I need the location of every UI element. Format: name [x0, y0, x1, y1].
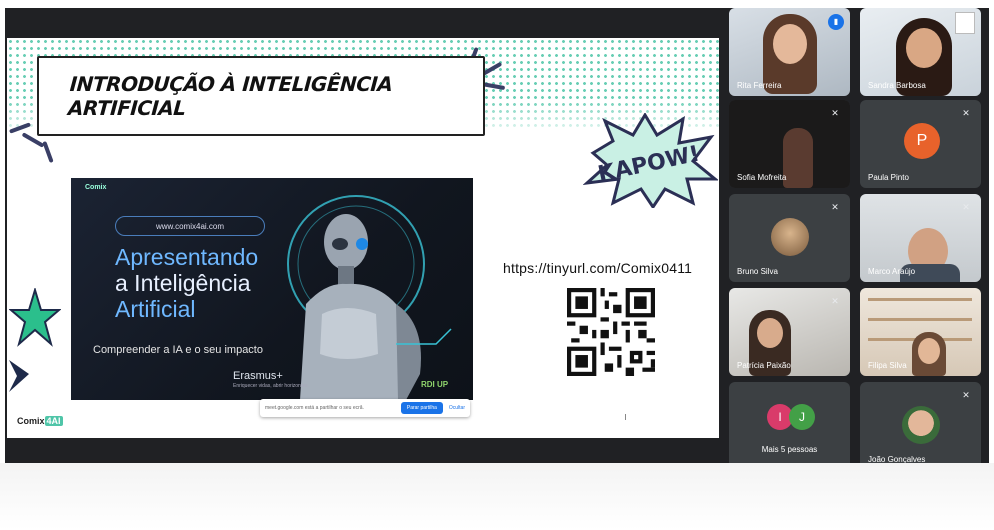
participant-name: Rita Ferreira	[737, 81, 782, 90]
shelf	[868, 318, 972, 321]
kapow-burst-icon: KAPOW!	[583, 113, 718, 208]
comix-logo-badge: 4AI	[44, 416, 63, 426]
inner-heading: Apresentando a Inteligência Artificial	[115, 244, 315, 322]
avatar: J	[789, 404, 815, 430]
participant-tile[interactable]: ✕ Sofia Mofreita	[729, 100, 850, 188]
mic-off-icon: ✕	[962, 390, 970, 400]
dark-star-decoration-icon	[9, 360, 29, 392]
bottom-area	[0, 463, 994, 530]
inner-site-url: www.comix4ai.com	[115, 216, 265, 236]
stop-sharing-button[interactable]: Parar partilha	[400, 402, 443, 414]
inner-heading-line1: Apresentando	[115, 244, 259, 270]
mic-off-icon: ✕	[962, 202, 970, 212]
mic-off-icon: ✕	[962, 108, 970, 118]
participant-name: Sandra Barbosa	[868, 81, 926, 90]
erasmus-logo: Erasmus+	[233, 370, 283, 382]
participant-name: Paula Pinto	[868, 173, 909, 182]
participant-tile[interactable]: P ✕ Paula Pinto	[860, 100, 981, 188]
mouse-cursor-icon	[625, 414, 629, 420]
inner-comix-logo: Comix	[85, 184, 107, 191]
participant-tile[interactable]: Filipa Silva	[860, 288, 981, 376]
participant-tile[interactable]: ✕ Marco Araújo	[860, 194, 981, 282]
participant-tile[interactable]: ✕ Bruno Silva	[729, 194, 850, 282]
comix-logo-text: Comix	[17, 416, 45, 426]
share-message: meet.google.com está a partilhar o seu e…	[265, 405, 364, 411]
inner-heading-line2: a Inteligência	[115, 270, 251, 296]
avatar	[902, 406, 940, 444]
shared-screen-slide: INTRODUÇÃO À INTELIGÊNCIA ARTIFICIAL KAP…	[7, 38, 719, 438]
screen: INTRODUÇÃO À INTELIGÊNCIA ARTIFICIAL KAP…	[0, 0, 994, 530]
more-participants-tile[interactable]: I J Mais 5 pessoas	[729, 382, 850, 470]
more-participants-label: Mais 5 pessoas	[761, 445, 818, 454]
star-decoration-icon	[9, 288, 61, 347]
qr-code-icon	[567, 288, 655, 376]
participant-tile[interactable]: ✕ João Gonçalves	[860, 382, 981, 470]
person-face	[757, 318, 783, 348]
slide-title: INTRODUÇÃO À INTELIGÊNCIA ARTIFICIAL	[67, 72, 394, 120]
participant-tile[interactable]: ✕ Patrícia Paixão	[729, 288, 850, 376]
participant-name: Bruno Silva	[737, 267, 778, 276]
inner-subtitle: Compreender a IA e o seu impacto	[93, 344, 263, 356]
participant-tile[interactable]: ▮ Rita Ferreira	[729, 8, 850, 96]
participant-name: Filipa Silva	[868, 361, 907, 370]
inner-heading-line3: Artificial	[115, 296, 196, 322]
participant-name: Sofia Mofreita	[737, 173, 787, 182]
avatar	[771, 218, 809, 256]
top-bar	[0, 0, 994, 8]
person-face	[906, 28, 942, 68]
wall-sheet	[955, 12, 975, 34]
participant-name: Marco Araújo	[868, 267, 916, 276]
slide-title-banner: INTRODUÇÃO À INTELIGÊNCIA ARTIFICIAL	[37, 56, 485, 136]
mic-off-icon: ✕	[831, 202, 839, 212]
robot-illustration	[287, 195, 452, 400]
tinyurl-link: https://tinyurl.com/Comix0411	[503, 260, 693, 276]
rdi-up-logo: RDI UP	[421, 380, 449, 389]
meet-window: INTRODUÇÃO À INTELIGÊNCIA ARTIFICIAL KAP…	[5, 8, 989, 470]
decor-stroke	[42, 140, 54, 164]
avatar: P	[904, 123, 940, 159]
person-silhouette	[783, 128, 813, 188]
person-face	[773, 24, 807, 64]
mic-off-icon: ✕	[831, 108, 839, 118]
comix4ai-logo: Comix 4AI	[17, 416, 63, 426]
participant-name: Patrícia Paixão	[737, 361, 791, 370]
mic-off-icon: ✕	[831, 296, 839, 306]
shelf	[868, 298, 972, 301]
participant-tile[interactable]: Sandra Barbosa	[860, 8, 981, 96]
erasmus-tagline: Enriquecer vidas, abrir horizontes.	[233, 383, 309, 389]
inner-slide-image: Comix www.comix4ai.com Apresentando a In…	[71, 178, 473, 400]
audio-level-icon: ▮	[828, 14, 844, 30]
hide-link[interactable]: Ocultar	[449, 405, 465, 411]
screen-share-bar: meet.google.com está a partilhar o seu e…	[260, 399, 470, 417]
person-face	[918, 338, 940, 364]
